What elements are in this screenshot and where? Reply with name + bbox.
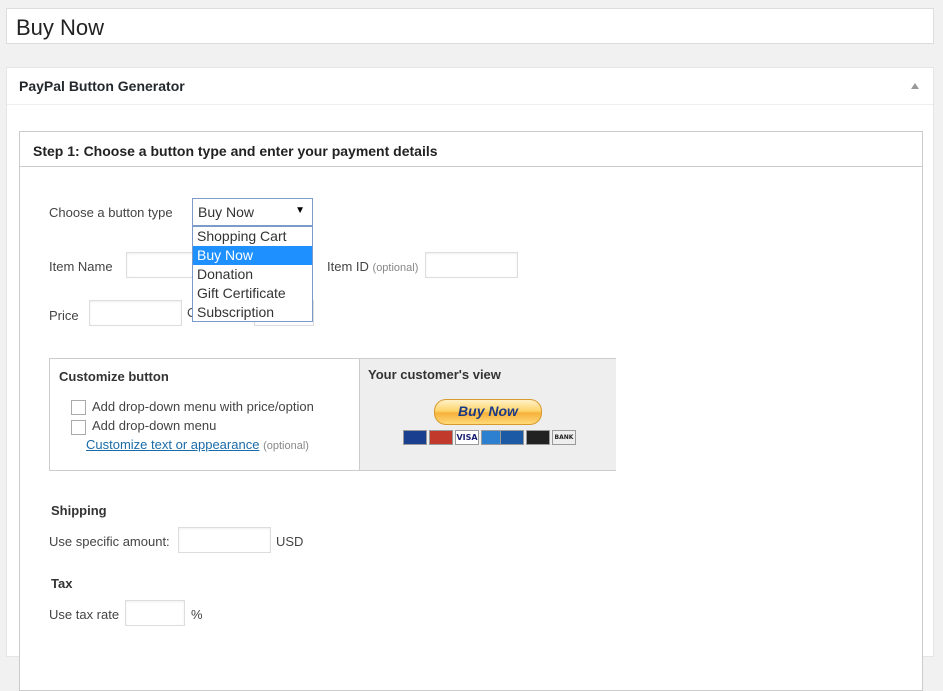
step1-header: Step 1: Choose a button type and enter y… <box>20 132 922 167</box>
visa-card-icon: VISA <box>455 430 479 445</box>
item-id-optional: (optional) <box>372 262 419 274</box>
post-title-field[interactable]: Buy Now <box>6 8 934 44</box>
dropdown-price-option-label: Add drop-down menu with price/option <box>92 399 314 414</box>
post-title-text: Buy Now <box>16 15 105 40</box>
customer-view-panel: Your customer's view Buy Now VISA BANK <box>359 359 616 470</box>
item-name-label: Item Name <box>49 259 113 274</box>
option-buy-now[interactable]: Buy Now <box>193 246 312 265</box>
tax-rate-label: Use tax rate <box>49 607 120 622</box>
maestro-card-icon <box>403 430 427 445</box>
dropdown-menu-label: Add drop-down menu <box>92 418 217 433</box>
postbox-title: PayPal Button Generator <box>19 78 185 94</box>
price-label: Price <box>49 308 79 323</box>
bank-icon: BANK <box>552 430 576 445</box>
collapse-arrow-icon[interactable] <box>911 83 919 89</box>
tax-title: Tax <box>51 576 73 591</box>
customize-button-title: Customize button <box>59 369 169 384</box>
tax-rate-input[interactable] <box>125 600 185 626</box>
option-subscription[interactable]: Subscription <box>193 303 312 322</box>
customer-view-title: Your customer's view <box>368 367 501 382</box>
discover-card-icon <box>500 430 524 445</box>
button-type-select[interactable]: Buy Now ▼ <box>192 198 313 226</box>
item-id-label: Item ID (optional) <box>327 259 419 274</box>
option-gift-certificate[interactable]: Gift Certificate <box>193 284 312 303</box>
button-type-value: Buy Now <box>198 204 255 220</box>
shipping-amount-input[interactable] <box>178 527 271 553</box>
dropdown-menu-checkbox[interactable] <box>71 420 86 435</box>
customize-button-section: Customize button Add drop-down menu with… <box>49 358 616 471</box>
button-type-dropdown: Shopping Cart Buy Now Donation Gift Cert… <box>192 226 313 322</box>
item-name-input[interactable] <box>126 252 196 278</box>
paypal-buy-now-button[interactable]: Buy Now <box>434 399 542 425</box>
button-type-label: Choose a button type <box>49 205 173 220</box>
postbox-header: PayPal Button Generator <box>7 68 933 105</box>
price-input[interactable] <box>89 300 182 326</box>
tax-rate-unit: % <box>191 607 203 622</box>
item-id-input[interactable] <box>425 252 518 278</box>
customize-optional: (optional) <box>263 440 309 452</box>
dropdown-arrow-icon: ▼ <box>295 205 305 216</box>
shipping-amount-label: Use specific amount: <box>49 534 170 549</box>
customize-link-row: Customize text or appearance (optional) <box>86 437 309 452</box>
dropdown-price-option-checkbox[interactable] <box>71 400 86 415</box>
customize-appearance-link[interactable]: Customize text or appearance <box>86 437 259 452</box>
option-donation[interactable]: Donation <box>193 265 312 284</box>
shipping-title: Shipping <box>51 503 107 518</box>
step1-title: Step 1: Choose a button type and enter y… <box>33 143 438 159</box>
shipping-currency-unit: USD <box>276 534 304 549</box>
option-shopping-cart[interactable]: Shopping Cart <box>193 227 312 246</box>
discover-network-icon <box>526 430 550 445</box>
mastercard-icon <box>429 430 453 445</box>
